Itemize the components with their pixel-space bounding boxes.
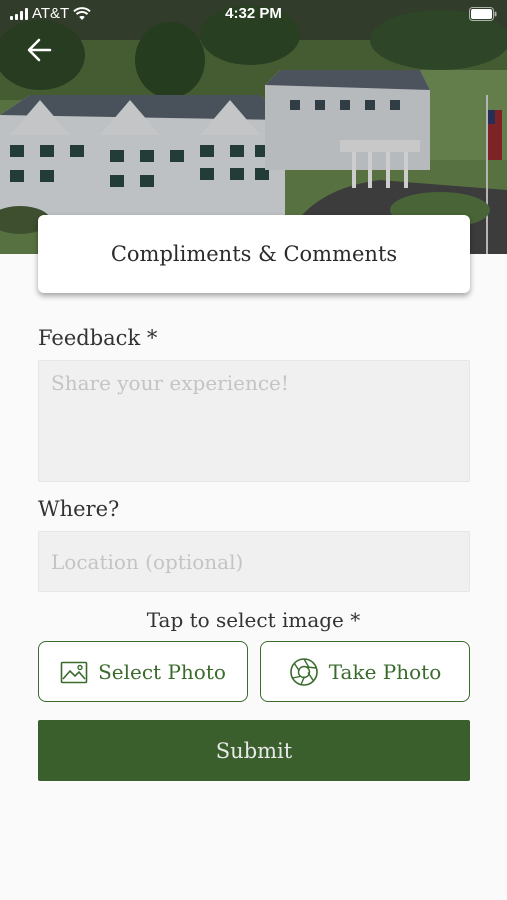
location-field[interactable] — [38, 531, 470, 592]
battery-icon — [469, 7, 497, 25]
submit-button[interactable]: Submit — [38, 720, 470, 781]
take-photo-label: Take Photo — [328, 659, 442, 684]
back-arrow-icon — [27, 38, 52, 62]
take-photo-button[interactable]: Take Photo — [260, 641, 470, 702]
gallery-icon — [60, 661, 88, 683]
back-button[interactable] — [22, 34, 58, 66]
camera-aperture-icon — [289, 657, 318, 686]
status-time: 4:32 PM — [225, 5, 282, 22]
image-select-label: Tap to select image * — [146, 608, 361, 632]
page-title: Compliments & Comments — [110, 242, 398, 266]
select-photo-label: Select Photo — [98, 659, 226, 684]
title-card: Compliments & Comments — [38, 215, 470, 293]
submit-label: Submit — [215, 738, 293, 763]
status-bar: AT&T 4:32 PM — [0, 0, 507, 28]
feedback-label: Feedback * — [38, 326, 158, 350]
feedback-field[interactable] — [38, 360, 470, 482]
select-photo-button[interactable]: Select Photo — [38, 641, 248, 702]
where-label: Where? — [38, 497, 120, 521]
